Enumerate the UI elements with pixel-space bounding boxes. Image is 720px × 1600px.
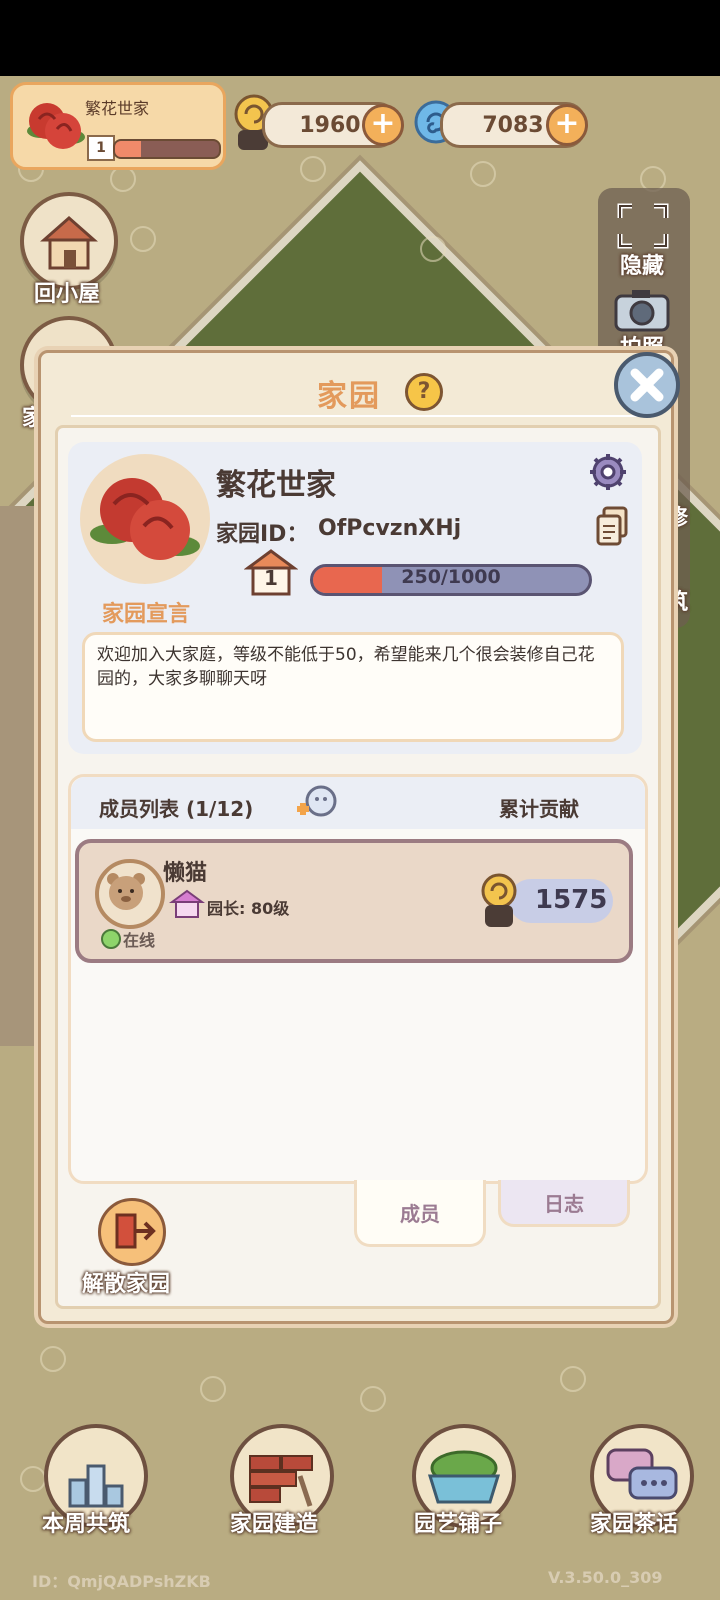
member-role: 园长: 80级 [207, 899, 290, 918]
close-button[interactable] [614, 352, 680, 418]
family-name: 繁花世家 [85, 99, 150, 118]
house-icon [40, 216, 98, 270]
rose-avatar-icon [90, 478, 200, 560]
help-button[interactable]: ? [405, 373, 443, 411]
copy-icon[interactable] [594, 506, 630, 546]
family-dialog: 家园 ? 繁花世家 家园ID： OfPcvznXHj 1 250/1000 家园… [38, 350, 674, 1324]
level-progress-bar [113, 139, 221, 159]
dialog-body: 繁花世家 家园ID： OfPcvznXHj 1 250/1000 家园宣言 欢迎… [55, 425, 661, 1309]
online-status-icon [101, 929, 121, 949]
disband-label: 解散家园 [82, 1272, 171, 1297]
weekly-build-label: 本周共筑 [42, 1512, 131, 1537]
family-id-label: 家园ID： [216, 522, 309, 547]
rose-emblem-icon [27, 103, 85, 149]
member-list-title: 成员列表 (1/12) [99, 797, 254, 821]
hide-ui-icon[interactable] [614, 200, 672, 252]
dialog-title: 家园 [317, 379, 381, 414]
family-info-card: 繁花世家 家园ID： OfPcvznXHj 1 250/1000 家园宣言 欢迎… [68, 442, 642, 754]
member-status: 在线 [123, 931, 156, 950]
declaration-title: 家园宣言 [102, 602, 191, 627]
member-row[interactable]: 懒猫 园长: 80级 在线 1575 [75, 839, 633, 963]
hide-label: 隐藏 [620, 254, 665, 279]
family-badge[interactable]: 繁花世家 1 [10, 82, 226, 170]
garden-shop-label: 园艺铺子 [414, 1512, 503, 1537]
leader-house-icon [169, 889, 205, 918]
exit-door-icon [115, 1213, 156, 1249]
tab-log[interactable]: 日志 [498, 1180, 630, 1227]
close-icon [630, 368, 664, 402]
declaration-text: 欢迎加入大家庭，等级不能低于50，希望能来几个很会装修自己花园的，大家多聊聊天呀 [97, 645, 595, 689]
player-id: ID：QmjQADPshZKB [32, 1572, 211, 1591]
family-chat-label: 家园茶话 [590, 1512, 679, 1537]
disband-button[interactable] [98, 1198, 166, 1266]
member-name: 懒猫 [163, 861, 208, 886]
camera-icon[interactable] [612, 286, 672, 334]
return-home-label: 回小屋 [34, 282, 101, 307]
member-list-card: 成员列表 (1/12) 累计贡献 懒猫 园长: 80级 在线 1575 [68, 774, 648, 1184]
level-badge: 1 [87, 135, 115, 161]
app-version: V.3.50.0_309 [548, 1568, 663, 1587]
tab-members[interactable]: 成员 [354, 1180, 486, 1247]
add-coins-button[interactable]: + [362, 104, 404, 146]
settings-gear-icon[interactable] [588, 452, 628, 492]
bear-avatar-icon [107, 873, 145, 910]
snail-coin-icon [481, 873, 517, 927]
family-build-label: 家园建造 [230, 1512, 319, 1537]
contribution-title: 累计贡献 [499, 797, 579, 821]
add-gems-button[interactable]: + [546, 104, 588, 146]
exp-text: 250/1000 [401, 566, 501, 588]
add-member-icon[interactable] [291, 783, 339, 823]
family-id-value: OfPcvznXHj [318, 516, 462, 541]
family-level-number: 1 [264, 566, 278, 590]
header-divider [71, 415, 641, 417]
member-contribution: 1575 [535, 885, 608, 915]
family-name-title: 繁花世家 [216, 468, 336, 503]
declaration-box: 欢迎加入大家庭，等级不能低于50，希望能来几个很会装修自己花园的，大家多聊聊天呀 [82, 632, 624, 742]
